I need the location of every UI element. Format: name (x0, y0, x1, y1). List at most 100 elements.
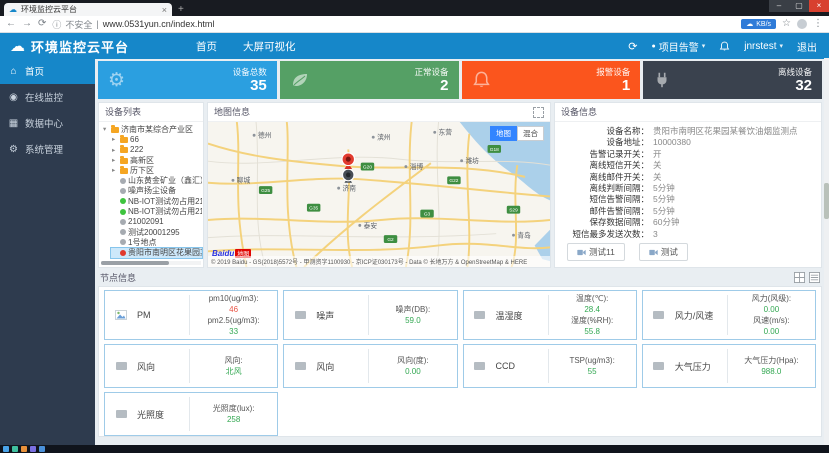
taskbar-app-icon[interactable] (39, 446, 45, 452)
tree-device[interactable]: 21002091 (111, 217, 202, 227)
map-city-label: 淄博 (410, 162, 424, 171)
caret-right-icon[interactable]: ▸ (112, 166, 118, 174)
caret-right-icon[interactable]: ▸ (112, 156, 118, 164)
map-canvas[interactable]: G20 G35 G2 G3 G22 G18 G25 S29 德州 聊城 滨州 东营 淄博 潍坊 济南 泰安青… (208, 122, 550, 267)
device-info-buttons: 测试11 测试 (555, 240, 821, 262)
list-view-icon[interactable] (809, 272, 820, 283)
logout-button[interactable]: 退出 (797, 39, 817, 54)
tree-folder[interactable]: ▸ 高新区 (111, 155, 202, 165)
tree-folder[interactable]: ▸ 历下区 (111, 165, 202, 175)
tree-folder[interactable]: ▸ 222 (111, 145, 202, 155)
caret-right-icon[interactable]: ▸ (112, 135, 118, 143)
node-icon (105, 310, 137, 320)
address-input[interactable]: ⓘ 不安全 | www.0531yun.cn/index.html (52, 18, 735, 31)
tree-folder-label: 高新区 (130, 155, 154, 165)
metric-value: 55 (587, 367, 597, 376)
device-info-row: 邮件告警间隔： 5分钟 (557, 206, 815, 217)
close-window-button[interactable]: × (809, 0, 829, 12)
device-status-dot (120, 249, 126, 256)
refresh-icon[interactable]: ⟳ (628, 40, 637, 53)
tree-device[interactable]: 1号地点 (111, 237, 202, 247)
test-button-1[interactable]: 测试11 (567, 243, 625, 262)
road-shield-label: G25 (261, 188, 270, 194)
map-type-button[interactable]: 混合 (517, 126, 544, 141)
tree-device[interactable]: 噪声扬尘设备 (111, 186, 202, 196)
tree-device[interactable]: NB-IOT测试勿占用21 (111, 206, 202, 216)
stat-card-alarm-devices[interactable]: 报警设备 1 (461, 61, 641, 99)
tree-device[interactable]: 测试20001295 (111, 227, 202, 237)
browser-addressbar: ← → ⟳ ⓘ 不安全 | www.0531yun.cn/index.html … (0, 16, 829, 33)
node-card: 光照度 光照度(lux): 258 (104, 392, 279, 436)
scrollbar-thumb[interactable] (101, 261, 169, 265)
node-name: 风向 (316, 361, 335, 372)
taskbar-app-icon[interactable] (21, 446, 27, 452)
browser-profile-avatar[interactable] (797, 19, 807, 29)
taskbar-app-icon[interactable] (12, 446, 18, 452)
browser-tab[interactable]: ☁ 环境监控云平台 × (4, 3, 172, 16)
sidebar-item[interactable]: ▦ 数据中心 ▾ (0, 110, 95, 136)
browser-menu-icon[interactable]: ⋮ (813, 19, 823, 29)
notification-bell-icon[interactable] (719, 41, 730, 52)
sidebar-item[interactable]: ⌂ 首页 ▾ (0, 58, 95, 84)
grid-view-icon[interactable] (794, 272, 805, 283)
tree-root[interactable]: ▾ 济南市某综合产业区 (102, 124, 202, 134)
tree-folder[interactable]: ▸ 66 (111, 134, 202, 144)
tab-title: 环境监控云平台 (21, 5, 77, 14)
fullscreen-icon[interactable] (533, 106, 544, 118)
device-list-panel: 设备列表 ▾ 济南市某综合产业区 ▸ 66 ▸ 222 ▸ 高新区 ▸ 历下区 … (98, 102, 204, 268)
taskbar-app-icon[interactable] (30, 446, 36, 452)
node-card: 大气压力 大气压力(Hpa): 988.0 (641, 344, 816, 388)
tree-horizontal-scrollbar[interactable] (101, 261, 201, 265)
metric-label: 大气压力(Hpa): (744, 356, 799, 365)
back-icon[interactable]: ← (6, 19, 16, 29)
start-button-icon[interactable] (3, 446, 9, 452)
caret-down-icon[interactable]: ▾ (103, 125, 109, 133)
sidebar-item[interactable]: ⚙ 系统管理 ▾ (0, 136, 95, 162)
page-scrollbar[interactable] (824, 58, 829, 445)
tree-device-label: 1号地点 (128, 237, 157, 247)
reload-icon[interactable]: ⟳ (38, 19, 46, 29)
scrollbar-thumb[interactable] (824, 183, 829, 219)
tab-close-icon[interactable]: × (162, 5, 167, 15)
maximize-button[interactable]: ▢ (789, 0, 809, 12)
sidebar-item[interactable]: ◉ 在线监控 ▾ (0, 84, 95, 110)
user-dropdown[interactable]: jnrstest ▾ (744, 41, 783, 52)
tree-device-label: NB-IOT测试勿占用21 (128, 207, 202, 217)
map-city-label: 滨州 (377, 133, 391, 142)
tree-device[interactable]: 10002388 (111, 258, 202, 261)
metric-label: pm10(ug/m3): (208, 294, 259, 303)
tree-device[interactable]: NB-IOT测试勿占用21 (111, 196, 202, 206)
map-attribution: © 2019 Baidu - GS(2018)5572号 - 甲测资字11009… (208, 256, 550, 267)
minimize-button[interactable]: – (769, 0, 789, 12)
tree-device-label: 21002091 (128, 217, 164, 227)
camera-icon (577, 249, 586, 255)
bookmark-star-icon[interactable]: ☆ (782, 19, 791, 29)
field-label: 保存数据间隔： (589, 217, 649, 228)
test-button-2[interactable]: 测试 (638, 243, 688, 262)
sensor-chip-icon (294, 362, 306, 370)
tree-device[interactable]: 贵阳市南明区花果园某 (110, 246, 203, 259)
caret-right-icon[interactable]: ▸ (112, 146, 118, 154)
sidebar-item-icon: ◉ (9, 91, 18, 103)
download-speed-badge[interactable]: ☁ KB/s (741, 19, 777, 29)
metric: 大气压力(Hpa): 988.0 (728, 355, 815, 377)
stat-card-total-devices[interactable]: ⚙ 设备总数 35 (98, 61, 277, 99)
tree-device[interactable]: 山东黄金矿业（鑫汇） (111, 175, 202, 185)
stat-card-offline-devices[interactable]: 离线设备 32 (643, 61, 822, 99)
map-type-button[interactable]: 地图 (490, 126, 517, 141)
top-nav-item[interactable]: 大屏可视化 (243, 39, 296, 54)
node-metrics: 光照度(lux): 258 (190, 401, 277, 427)
top-nav-item[interactable]: 首页 (196, 39, 217, 54)
node-name: 风力/风速 (674, 310, 714, 321)
node-metrics: 风向(度): 0.00 (369, 353, 456, 379)
forward-icon[interactable]: → (22, 19, 32, 29)
tree-device-label: 测试20001295 (128, 227, 180, 237)
stat-value: 35 (250, 77, 267, 94)
stat-card-normal-devices[interactable]: 正常设备 2 (279, 61, 459, 99)
metric-value: 0.00 (763, 305, 780, 314)
node-icon (105, 362, 137, 370)
new-tab-button[interactable]: + (178, 4, 184, 15)
project-alarm-dropdown[interactable]: ● 项目告警 ▾ (652, 39, 706, 54)
tree-folder-label: 66 (130, 134, 139, 144)
camera-icon (649, 249, 658, 255)
